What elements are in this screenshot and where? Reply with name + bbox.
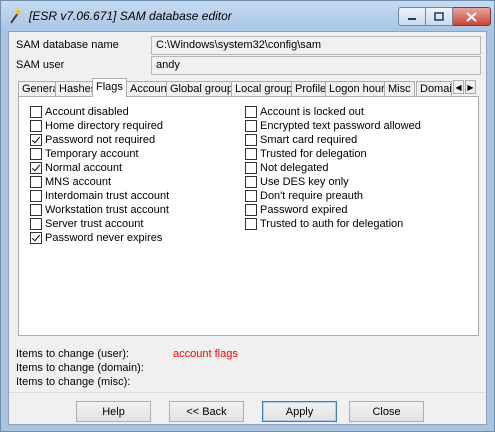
items-to-change-misc-label: Items to change (misc): [16,376,131,388]
checkbox[interactable] [30,147,42,160]
checkbox-checked[interactable] [30,161,42,174]
close-window-button[interactable] [453,7,491,26]
checkbox[interactable] [245,119,257,132]
checkbox[interactable] [30,175,42,188]
checkbox[interactable] [30,119,42,132]
checkbox[interactable] [245,203,257,216]
flags-panel: Account disabled Home directory required… [18,96,479,336]
minimize-button[interactable] [398,7,426,26]
tab-scroll-left-button[interactable]: ◀ [453,80,464,94]
items-to-change-user-label: Items to change (user): [16,348,130,360]
title-bar[interactable]: [ESR v7.06.671] SAM database editor [1,1,494,31]
flag-normal-account[interactable]: Normal account [30,161,122,174]
checkbox[interactable] [245,161,257,174]
items-to-change-user-value: account flags [173,348,238,360]
flag-interdomain-trust-account[interactable]: Interdomain trust account [30,189,169,202]
flag-mns-account[interactable]: MNS account [30,175,111,188]
checkbox[interactable] [245,217,257,230]
checkbox[interactable] [245,147,257,160]
checkbox[interactable] [245,175,257,188]
flag-password-never-expires[interactable]: Password never expires [30,231,162,244]
arrow-right-icon: ▶ [467,82,474,92]
flag-password-not-required[interactable]: Password not required [30,133,155,146]
sam-editor-window: [ESR v7.06.671] SAM database editor SAM … [0,0,495,432]
flag-not-delegated[interactable]: Not delegated [245,161,329,174]
checkbox[interactable] [30,217,42,230]
sam-user-label: SAM user [16,59,65,71]
close-icon [466,11,477,22]
checkbox[interactable] [245,189,257,202]
back-button[interactable]: << Back [169,401,244,422]
flag-smart-card-required[interactable]: Smart card required [245,133,357,146]
close-button[interactable]: Close [349,401,424,422]
flag-server-trust-account[interactable]: Server trust account [30,217,143,230]
apply-button[interactable]: Apply [262,401,337,422]
flag-account-disabled[interactable]: Account disabled [30,105,129,118]
help-button[interactable]: Help [76,401,151,422]
dialog-client-area: SAM database name C:\Windows\system32\co… [8,31,487,425]
flag-use-des-key-only[interactable]: Use DES key only [245,175,349,188]
flag-trusted-to-auth-for-delegation[interactable]: Trusted to auth for delegation [245,217,403,230]
flag-temporary-account[interactable]: Temporary account [30,147,139,160]
tab-domain[interactable]: Domain [416,81,452,97]
checkbox-checked[interactable] [30,133,42,146]
checkbox[interactable] [30,105,42,118]
sam-db-field[interactable]: C:\Windows\system32\config\sam [151,36,481,55]
flag-home-directory-required[interactable]: Home directory required [30,119,163,132]
flag-workstation-trust-account[interactable]: Workstation trust account [30,203,169,216]
flag-trusted-for-delegation[interactable]: Trusted for delegation [245,147,367,160]
flag-password-expired[interactable]: Password expired [245,203,347,216]
flag-account-locked-out[interactable]: Account is locked out [245,105,364,118]
checkbox-checked[interactable] [30,231,42,244]
sam-user-field[interactable]: andy [151,56,481,75]
checkbox[interactable] [30,189,42,202]
maximize-button[interactable] [426,7,453,26]
minimize-icon [408,17,416,20]
checkbox[interactable] [30,203,42,216]
tab-misc[interactable]: Misc [384,81,415,97]
flag-encrypted-text-password-allowed[interactable]: Encrypted text password allowed [245,119,421,132]
wand-icon [10,8,22,24]
window-title: [ESR v7.06.671] SAM database editor [29,9,232,23]
checkbox[interactable] [245,105,257,118]
flag-dont-require-preauth[interactable]: Don't require preauth [245,189,363,202]
arrow-left-icon: ◀ [455,82,462,92]
tab-scroll-right-button[interactable]: ▶ [465,80,476,94]
sam-db-label: SAM database name [16,39,119,51]
items-to-change-domain-label: Items to change (domain): [16,362,144,374]
checkbox[interactable] [245,133,257,146]
tab-flags[interactable]: Flags [92,78,127,97]
maximize-icon [434,12,444,21]
